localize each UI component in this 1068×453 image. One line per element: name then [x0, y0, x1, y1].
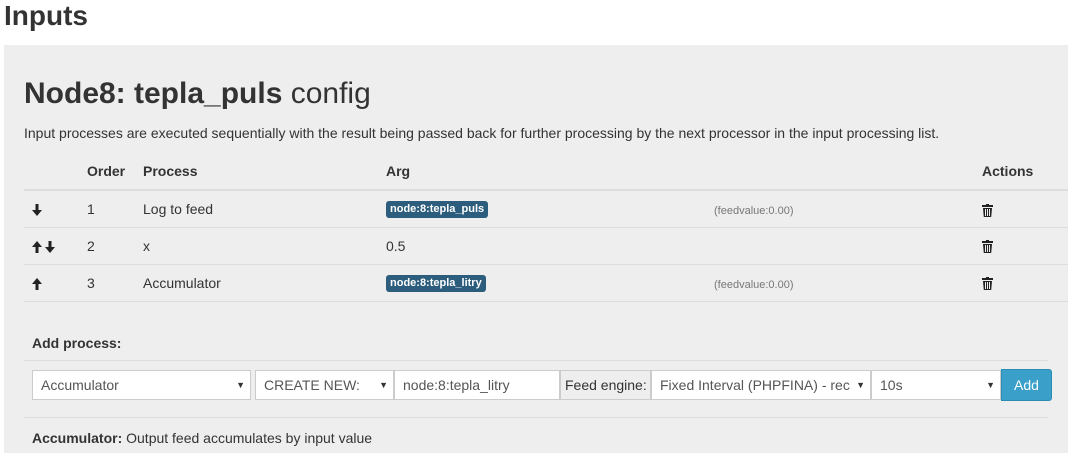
header-arg: Arg — [386, 152, 714, 191]
arg-feed-badge: node:8:tepla_puls — [386, 201, 489, 219]
feed-engine-select[interactable]: Fixed Interval (PHPFINA) - rec ▼ — [651, 370, 871, 400]
config-title: Node8: tepla_puls config — [24, 76, 371, 112]
row-actions — [982, 227, 1068, 265]
row-arg: node:8:tepla_puls — [386, 190, 714, 228]
row-arg: 0.5 — [386, 227, 714, 265]
header-actions: Actions — [982, 152, 1068, 191]
add-button[interactable]: Add — [1001, 369, 1052, 401]
trash-icon[interactable] — [982, 203, 993, 217]
row-process: Log to feed — [143, 190, 386, 228]
feed-value: (feedvalue:0.00) — [714, 204, 794, 217]
process-select-value: Accumulator — [41, 377, 119, 393]
move-down-icon[interactable] — [32, 204, 42, 217]
move-down-icon[interactable] — [45, 240, 55, 253]
divider — [24, 417, 1048, 418]
row-arg: node:8:tepla_litry — [386, 264, 714, 302]
row-order: 2 — [87, 227, 143, 265]
row-arrows — [24, 264, 87, 302]
help-process-name: Accumulator: — [32, 430, 123, 446]
chevron-down-icon: ▼ — [986, 380, 995, 390]
feed-value: (feedvalue:0.00) — [714, 278, 794, 291]
process-select[interactable]: Accumulator ▼ — [32, 370, 251, 400]
row-value — [714, 227, 982, 265]
header-order: Order — [87, 152, 143, 191]
row-value: (feedvalue:0.00) — [714, 190, 982, 228]
row-order: 1 — [87, 190, 143, 228]
feed-select[interactable]: CREATE NEW: ▼ — [255, 370, 394, 400]
row-arrows — [24, 190, 87, 228]
config-title-suffix: config — [282, 77, 371, 110]
header-process: Process — [143, 152, 386, 191]
divider — [24, 360, 1048, 361]
row-arrows — [24, 227, 87, 265]
table-row: 3 Accumulator node:8:tepla_litry (feedva… — [24, 264, 1068, 302]
process-list-table: Order Process Arg Actions 1 Log to feed … — [24, 152, 1068, 302]
table-header-row: Order Process Arg Actions — [24, 152, 1068, 191]
feed-engine-label: Feed engine: — [560, 370, 651, 400]
help-process-text: Output feed accumulates by input value — [122, 430, 373, 446]
move-up-icon[interactable] — [32, 240, 42, 253]
header-value — [714, 152, 982, 191]
add-process-bar: Accumulator ▼ CREATE NEW: ▼ node:8:tepla… — [32, 369, 1052, 401]
input-config-panel: Node8: tepla_puls config Input processes… — [4, 45, 1068, 453]
interval-select[interactable]: 10s ▼ — [871, 370, 1001, 400]
feed-engine-value: Fixed Interval (PHPFINA) - rec — [660, 377, 850, 393]
move-up-icon[interactable] — [32, 277, 42, 290]
trash-icon[interactable] — [982, 240, 993, 254]
row-value: (feedvalue:0.00) — [714, 264, 982, 302]
config-title-node: Node8: tepla_puls — [24, 77, 283, 110]
table-row: 2 x 0.5 — [24, 227, 1068, 265]
feed-select-value: CREATE NEW: — [264, 377, 360, 393]
page-title: Inputs — [4, 0, 88, 31]
row-actions — [982, 264, 1068, 302]
chevron-down-icon: ▼ — [379, 380, 388, 390]
header-arrows — [24, 152, 87, 191]
interval-select-value: 10s — [880, 377, 903, 393]
row-process: Accumulator — [143, 264, 386, 302]
row-process: x — [143, 227, 386, 265]
trash-icon[interactable] — [982, 277, 993, 291]
chevron-down-icon: ▼ — [856, 380, 865, 390]
feed-name-value: node:8:tepla_litry — [403, 377, 510, 393]
feed-name-input[interactable]: node:8:tepla_litry — [394, 370, 560, 400]
table-row: 1 Log to feed node:8:tepla_puls (feedval… — [24, 190, 1068, 228]
chevron-down-icon: ▼ — [236, 380, 245, 390]
row-actions — [982, 190, 1068, 228]
row-order: 3 — [87, 264, 143, 302]
arg-feed-badge: node:8:tepla_litry — [386, 275, 486, 292]
add-process-label: Add process: — [32, 335, 122, 351]
process-help: Accumulator: Output feed accumulates by … — [32, 429, 372, 447]
config-description: Input processes are executed sequentiall… — [24, 125, 940, 141]
